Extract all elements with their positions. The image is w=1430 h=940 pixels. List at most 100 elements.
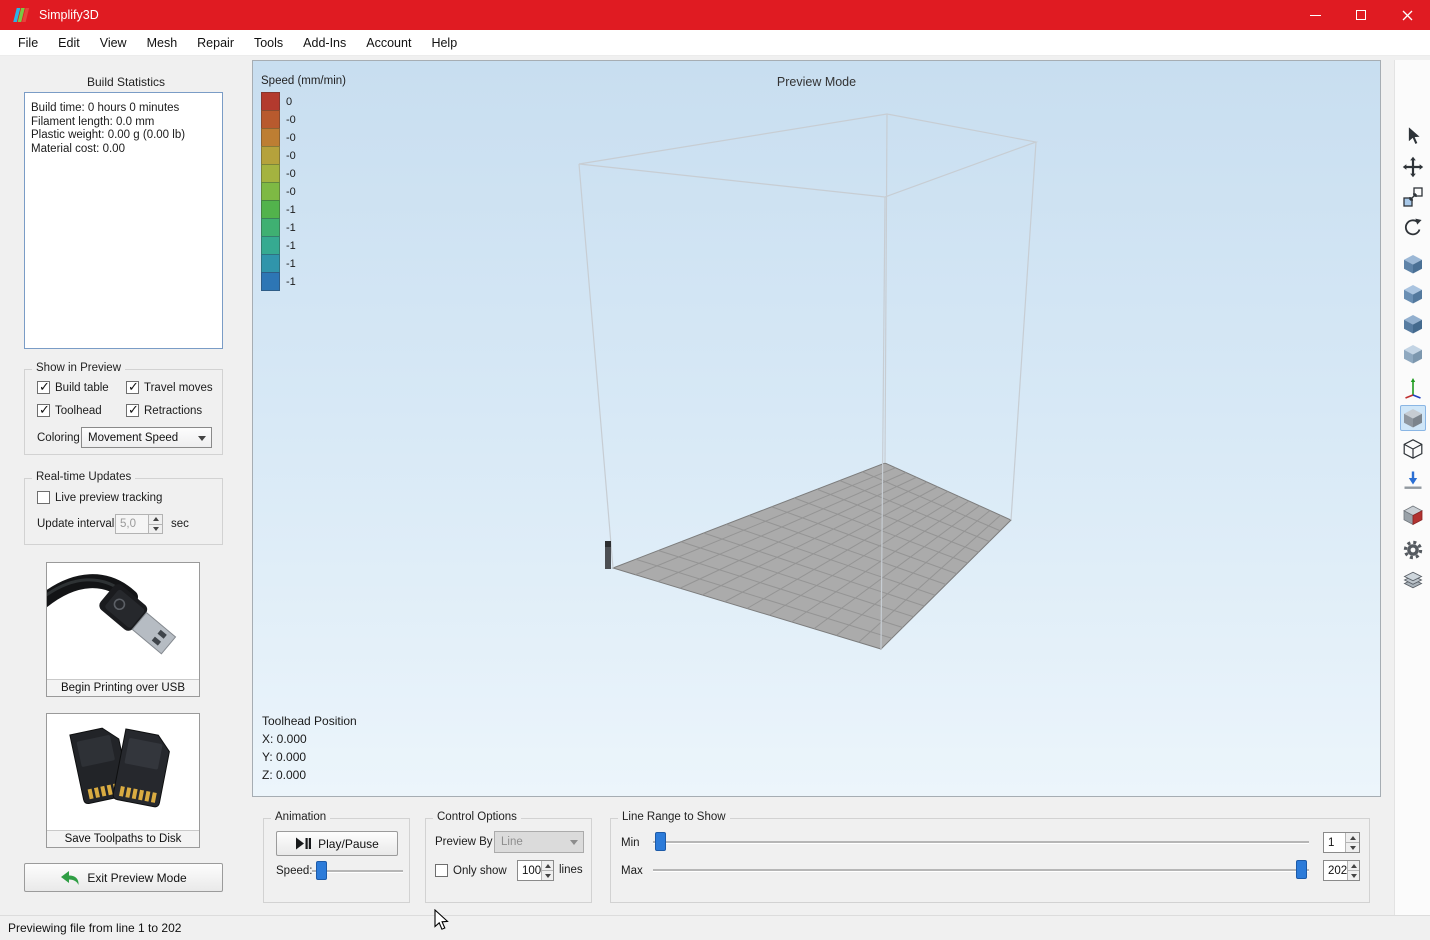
coordinate-axes-icon[interactable] <box>1400 375 1426 401</box>
legend-color-swatch <box>261 164 280 183</box>
legend-value-label: -0 <box>286 167 296 180</box>
checkbox-box <box>37 491 50 504</box>
spinner-up-button[interactable] <box>542 861 553 870</box>
legend-entry: -0 <box>261 128 346 147</box>
max-line-spinner[interactable]: 202 <box>1323 860 1360 881</box>
title-bar[interactable]: Simplify3D <box>0 0 1430 30</box>
legend-entry: -1 <box>261 236 346 255</box>
place-on-bed-icon[interactable] <box>1400 467 1426 493</box>
menu-item-tools[interactable]: Tools <box>244 36 293 50</box>
checkbox-only-show[interactable]: Only show <box>435 864 507 877</box>
stat-line: Plastic weight: 0.00 g (0.00 lb) <box>31 129 186 141</box>
slider-handle[interactable] <box>1296 860 1307 879</box>
checkbox-label: Only show <box>453 864 507 877</box>
animation-speed-slider[interactable] <box>312 861 403 881</box>
close-button[interactable] <box>1384 0 1430 30</box>
coloring-value: Movement Speed <box>88 431 179 444</box>
layers-icon[interactable] <box>1400 568 1426 594</box>
only-show-spinner[interactable]: 100 <box>517 860 554 881</box>
save-toolpaths-button[interactable]: Save Toolpaths to Disk <box>47 830 199 847</box>
menu-item-edit[interactable]: Edit <box>48 36 90 50</box>
checkbox-toolhead[interactable]: Toolhead <box>37 402 126 418</box>
maximize-button[interactable] <box>1338 0 1384 30</box>
preview-viewport[interactable]: Preview Mode Speed (mm/min) 0 -0 -0 -0 -0 -0 -… <box>252 60 1381 797</box>
spinner-down-button[interactable] <box>542 870 553 880</box>
preview-by-select[interactable]: Line <box>494 831 584 853</box>
exit-preview-mode-button[interactable]: Exit Preview Mode <box>24 863 223 892</box>
sd-cards-image <box>69 727 170 808</box>
minimize-button[interactable] <box>1292 0 1338 30</box>
app-window: Simplify3D File Edit View Mesh Repair Tools Ad… <box>0 0 1430 940</box>
menu-item-add-ins[interactable]: Add-Ins <box>293 36 356 50</box>
menu-item-view[interactable]: View <box>90 36 137 50</box>
cross-section-icon[interactable] <box>1400 502 1426 528</box>
spinner-down-button[interactable] <box>1348 870 1359 880</box>
checkbox-label: Toolhead <box>55 404 102 417</box>
speed-legend-entries: 0 -0 -0 -0 -0 -0 -1 -1 -1 -1 -1 <box>261 92 346 291</box>
solid-view-icon[interactable] <box>1400 405 1426 431</box>
stat-line: Material cost: 0.00 <box>31 142 125 155</box>
legend-entry: -0 <box>261 182 346 201</box>
legend-color-swatch <box>261 128 280 147</box>
legend-color-swatch <box>261 146 280 165</box>
spinner-up-button[interactable] <box>149 515 162 524</box>
settings-gear-icon[interactable] <box>1400 537 1426 563</box>
begin-printing-usb-panel[interactable]: Begin Printing over USB <box>34 562 200 697</box>
menu-item-help[interactable]: Help <box>421 36 467 50</box>
checkbox-label: Build table <box>55 381 109 394</box>
save-toolpaths-panel[interactable]: Save Toolpaths to Disk <box>46 713 200 848</box>
rotate-model-icon[interactable] <box>1400 215 1426 241</box>
group-title-animation: Animation <box>271 811 331 823</box>
legend-color-swatch <box>261 236 280 255</box>
view-cube-2-icon[interactable] <box>1400 281 1426 307</box>
spinner-down-button[interactable] <box>149 523 162 533</box>
toolhead-position: Toolhead Position X: 0.000 Y: 0.000 Z: 0… <box>262 712 357 784</box>
menu-item-mesh[interactable]: Mesh <box>137 36 188 50</box>
menu-item-account[interactable]: Account <box>356 36 421 50</box>
checkbox-travel-moves[interactable]: Travel moves <box>126 379 213 395</box>
begin-printing-usb-button[interactable]: Begin Printing over USB <box>47 679 199 696</box>
preview-mode-label: Preview Mode <box>776 75 857 89</box>
preview-by-label: Preview By <box>435 836 493 848</box>
spinner-down-button[interactable] <box>1346 842 1359 852</box>
spinner-value: 1 <box>1328 836 1335 849</box>
legend-color-swatch <box>261 110 280 129</box>
slider-handle[interactable] <box>316 861 327 880</box>
checkbox-live-preview-tracking[interactable]: Live preview tracking <box>37 491 162 504</box>
max-line-slider[interactable] <box>653 860 1309 880</box>
menu-item-file[interactable]: File <box>8 36 48 50</box>
window-title: Simplify3D <box>39 8 99 22</box>
view-cube-1-icon[interactable] <box>1400 251 1426 277</box>
spinner-up-button[interactable] <box>1346 833 1359 842</box>
menu-item-repair[interactable]: Repair <box>187 36 244 50</box>
view-cube-4-icon[interactable] <box>1400 341 1426 367</box>
view-cube-3-icon[interactable] <box>1400 311 1426 337</box>
chevron-down-icon <box>198 435 206 441</box>
move-model-icon[interactable] <box>1400 154 1426 180</box>
checkbox-box <box>126 402 139 418</box>
coloring-select[interactable]: Movement Speed <box>81 427 212 448</box>
menu-bar-items: File Edit View Mesh Repair Tools Add-Ins Accoun… <box>0 30 1430 55</box>
play-pause-button[interactable]: Play/Pause <box>276 831 398 856</box>
select-tool-icon[interactable] <box>1400 123 1426 149</box>
checkbox-build-table[interactable]: Build table <box>37 379 126 395</box>
spinner-buttons <box>1345 833 1359 852</box>
legend-value-label: -0 <box>286 185 296 198</box>
checkbox-retractions[interactable]: Retractions <box>126 402 213 418</box>
wireframe-view-icon[interactable] <box>1400 436 1426 462</box>
legend-entry: 0 <box>261 92 346 111</box>
min-line-slider[interactable] <box>653 832 1309 852</box>
legend-value-label: -1 <box>286 203 296 216</box>
speed-label: Speed: <box>276 865 313 877</box>
update-interval-spinner[interactable]: 5,0 <box>115 514 163 534</box>
scale-model-icon[interactable] <box>1400 184 1426 210</box>
checkbox-label: Travel moves <box>144 381 213 394</box>
min-line-spinner[interactable]: 1 <box>1323 832 1360 853</box>
legend-entry: -0 <box>261 146 346 165</box>
triangle-up-icon <box>1350 863 1357 868</box>
spinner-buttons <box>148 515 162 533</box>
speed-legend: Speed (mm/min) 0 -0 -0 -0 -0 -0 -1 -1 -1 -1 -1 <box>261 75 346 291</box>
legend-entry: -0 <box>261 110 346 129</box>
spinner-up-button[interactable] <box>1348 861 1359 870</box>
slider-handle[interactable] <box>655 832 666 851</box>
